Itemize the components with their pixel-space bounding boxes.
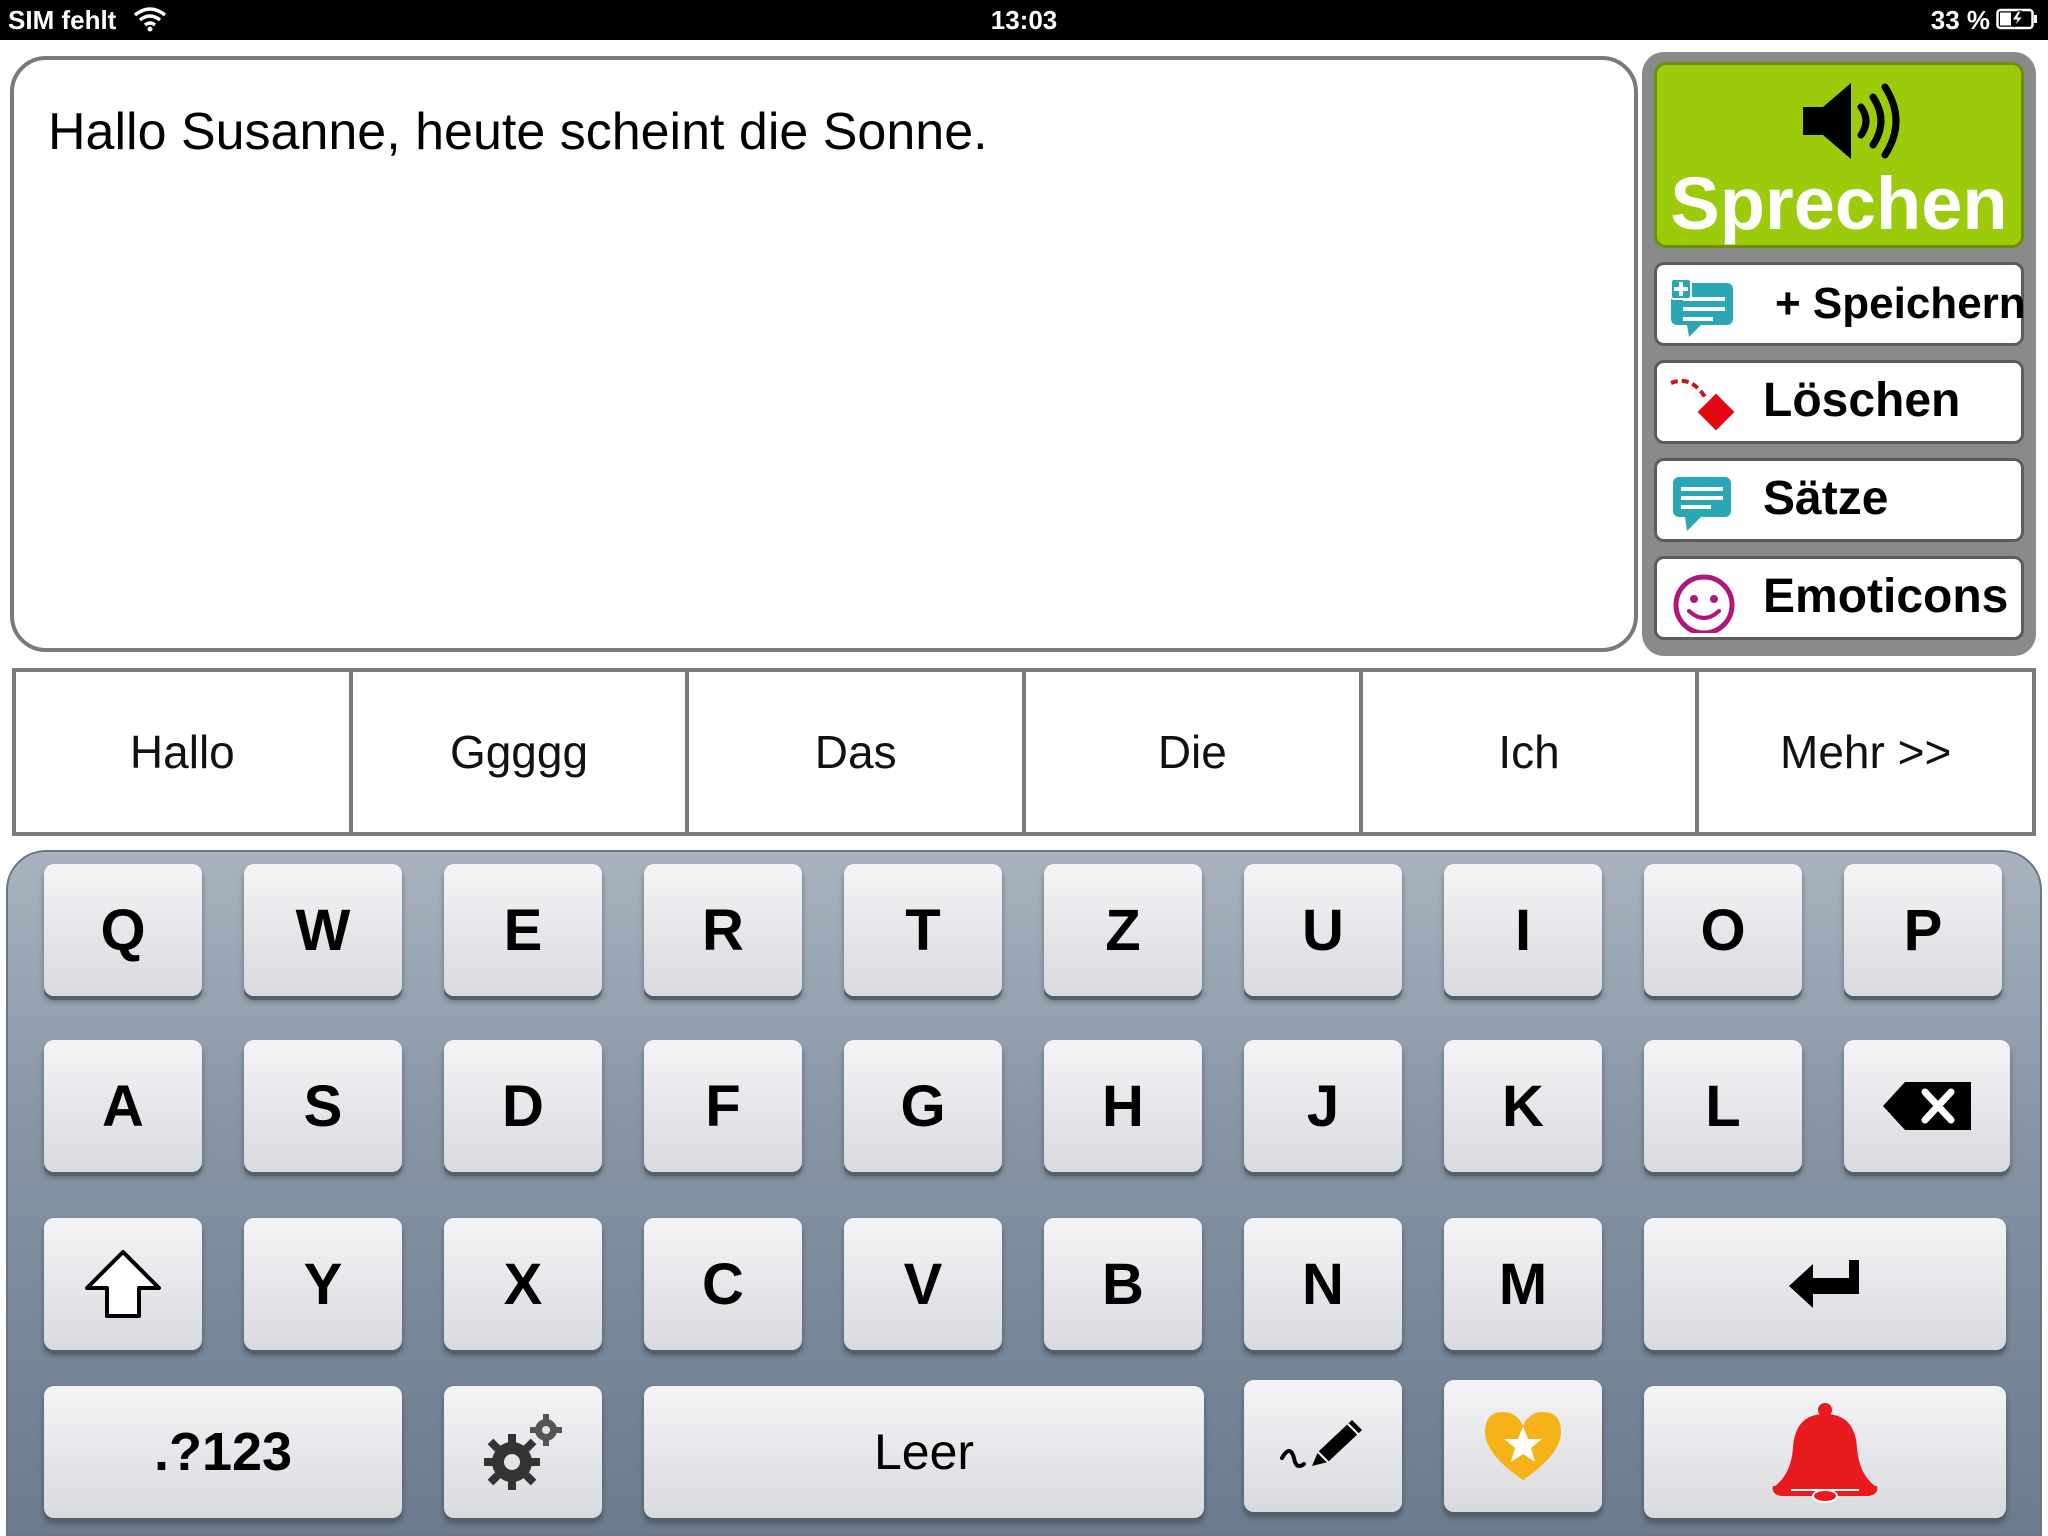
key-n[interactable]: N: [1244, 1218, 1402, 1350]
key-f[interactable]: F: [644, 1040, 802, 1172]
key-u[interactable]: U: [1244, 864, 1402, 996]
bell-icon: [1772, 1403, 1878, 1503]
word-suggestion-bar: Hallo Ggggg Das Die Ich Mehr >>: [12, 668, 2036, 836]
message-text: Hallo Susanne, heute scheint die Sonne.: [48, 103, 988, 161]
key-a[interactable]: A: [44, 1040, 202, 1172]
message-text-area[interactable]: Hallo Susanne, heute scheint die Sonne.: [10, 56, 1638, 652]
suggestion-ich[interactable]: Ich: [1363, 672, 1700, 832]
settings-key[interactable]: [444, 1386, 602, 1518]
key-y[interactable]: Y: [244, 1218, 402, 1350]
suggestion-das[interactable]: Das: [689, 672, 1027, 832]
favorites-key[interactable]: [1444, 1380, 1602, 1512]
speech-bubble-icon: [1673, 477, 1731, 531]
numbers-symbols-key[interactable]: .?123: [44, 1386, 402, 1518]
add-speech-bubble-icon: [1670, 278, 1733, 337]
key-i[interactable]: I: [1444, 864, 1602, 996]
pen-icon: [1280, 1420, 1362, 1468]
alarm-key[interactable]: [1644, 1386, 2006, 1518]
shift-arrow-icon: [85, 1250, 161, 1318]
heart-star-icon: [1485, 1412, 1561, 1480]
key-w[interactable]: W: [244, 864, 402, 996]
onscreen-keyboard: Q W E R T Z U I O P A S D F G H J K L Y …: [6, 850, 2042, 1536]
more-suggestions-button[interactable]: Mehr >>: [1699, 672, 2032, 832]
action-panel: Sprechen + Speichern Löschen Sätze Emoti…: [1642, 52, 2036, 656]
delete-label: Löschen: [1763, 374, 1961, 427]
key-h[interactable]: H: [1044, 1040, 1202, 1172]
key-e[interactable]: E: [444, 864, 602, 996]
sentences-label: Sätze: [1763, 472, 1889, 525]
key-p[interactable]: P: [1844, 864, 2002, 996]
key-j[interactable]: J: [1244, 1040, 1402, 1172]
save-button[interactable]: + Speichern: [1654, 262, 2026, 346]
gears-icon: [484, 1414, 562, 1490]
sentences-button[interactable]: Sätze: [1654, 458, 2024, 542]
delete-button[interactable]: Löschen: [1654, 360, 2024, 444]
key-g[interactable]: G: [844, 1040, 1002, 1172]
suggestion-hallo[interactable]: Hallo: [16, 672, 353, 832]
backspace-key[interactable]: [1844, 1040, 2010, 1172]
suggestion-ggggg[interactable]: Ggggg: [353, 672, 690, 832]
return-arrow-icon: [1789, 1260, 1859, 1308]
key-x[interactable]: X: [444, 1218, 602, 1350]
key-r[interactable]: R: [644, 864, 802, 996]
key-k[interactable]: K: [1444, 1040, 1602, 1172]
key-q[interactable]: Q: [44, 864, 202, 996]
key-b[interactable]: B: [1044, 1218, 1202, 1350]
save-label: + Speichern: [1775, 279, 2026, 328]
key-v[interactable]: V: [844, 1218, 1002, 1350]
eraser-icon: [1670, 378, 1735, 431]
key-c[interactable]: C: [644, 1218, 802, 1350]
key-m[interactable]: M: [1444, 1218, 1602, 1350]
clock: 13:03: [990, 5, 1058, 35]
battery-icon: [1996, 8, 2037, 30]
key-l[interactable]: L: [1644, 1040, 1802, 1172]
key-z[interactable]: Z: [1044, 864, 1202, 996]
emoticons-button[interactable]: Emoticons: [1654, 556, 2024, 640]
space-key[interactable]: Leer: [644, 1386, 1204, 1518]
key-o[interactable]: O: [1644, 864, 1802, 996]
shift-key[interactable]: [44, 1218, 202, 1350]
status-bar: SIM fehlt 13:03 33 %: [0, 0, 2048, 40]
battery-percentage: 33 %: [1930, 5, 1990, 35]
emoticons-label: Emoticons: [1763, 570, 2009, 623]
smiley-icon: [1673, 574, 1735, 633]
key-s[interactable]: S: [244, 1040, 402, 1172]
enter-key[interactable]: [1644, 1218, 2006, 1350]
key-t[interactable]: T: [844, 864, 1002, 996]
key-d[interactable]: D: [444, 1040, 602, 1172]
speak-label: Sprechen: [1670, 162, 2008, 245]
backspace-icon: [1883, 1082, 1971, 1130]
speaker-icon: [1803, 83, 1900, 159]
draw-key[interactable]: [1244, 1380, 1402, 1512]
suggestion-die[interactable]: Die: [1026, 672, 1363, 832]
speak-button[interactable]: Sprechen: [1654, 62, 2024, 248]
